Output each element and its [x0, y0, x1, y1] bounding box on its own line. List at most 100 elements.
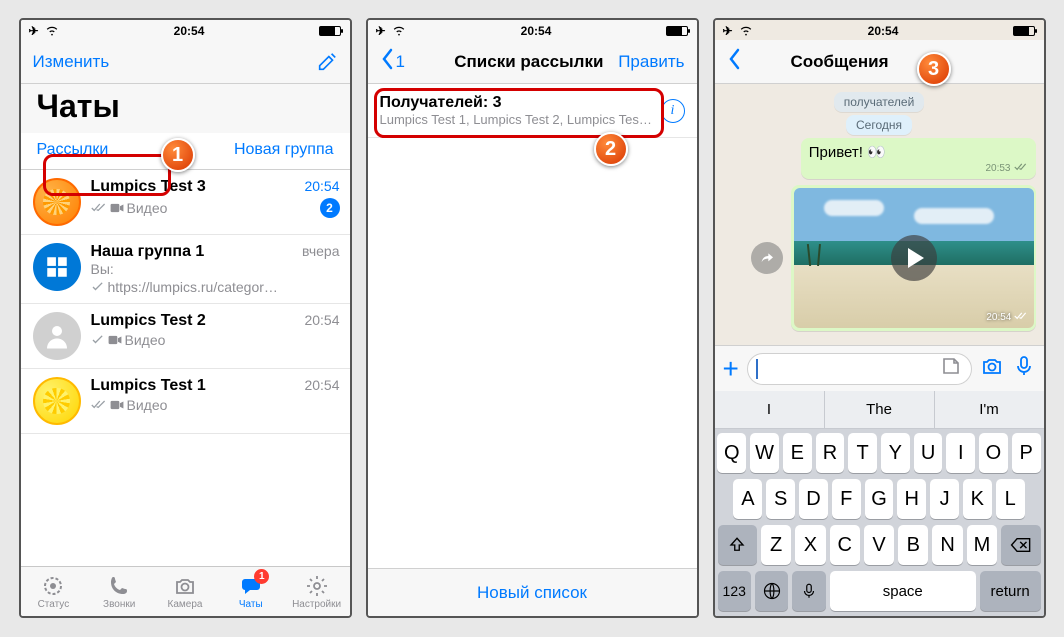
key-n[interactable]: N: [932, 525, 962, 565]
avatar: [33, 312, 81, 360]
wifi-icon: [45, 23, 59, 40]
message-time: 20:53: [985, 163, 1010, 174]
key-f[interactable]: F: [832, 479, 861, 519]
key-k[interactable]: K: [963, 479, 992, 519]
edit-right-button[interactable]: Править: [618, 52, 684, 72]
chat-name: Lumpics Test 3: [91, 178, 206, 196]
recipients-pill: получателей: [834, 92, 925, 112]
airplane-icon: ✈︎: [29, 24, 39, 38]
navbar: Изменить: [21, 40, 350, 84]
airplane-icon: ✈︎: [723, 24, 733, 38]
back-button[interactable]: 1: [380, 48, 440, 75]
sticker-icon[interactable]: [939, 354, 963, 383]
key-t[interactable]: T: [848, 433, 877, 473]
key-backspace[interactable]: [1001, 525, 1040, 565]
tab-chats[interactable]: 1 Чаты: [218, 567, 284, 616]
key-j[interactable]: J: [930, 479, 959, 519]
status-bar: ✈︎ 20:54: [715, 20, 1044, 40]
key-y[interactable]: Y: [881, 433, 910, 473]
key-s[interactable]: S: [766, 479, 795, 519]
video-thumbnail[interactable]: 20:54: [794, 188, 1034, 328]
tab-chats-label: Чаты: [239, 599, 263, 610]
navbar: Сообщения: [715, 40, 1044, 84]
predictive-bar: I The I'm: [715, 391, 1044, 429]
chat-row[interactable]: Lumpics Test 120:54Видео: [21, 369, 350, 434]
info-icon[interactable]: i: [661, 99, 685, 123]
broadcasts-link[interactable]: Рассылки: [37, 141, 109, 159]
new-group-link[interactable]: Новая группа: [234, 141, 334, 159]
key-space[interactable]: space: [830, 571, 976, 611]
back-button[interactable]: [727, 48, 787, 75]
tab-camera[interactable]: Камера: [152, 567, 218, 616]
key-l[interactable]: L: [996, 479, 1025, 519]
chat-snippet: https://lumpics.ru/categor…: [91, 279, 278, 295]
key-q[interactable]: Q: [717, 433, 746, 473]
mic-icon[interactable]: [1012, 354, 1036, 383]
chat-time: 20:54: [304, 312, 339, 328]
key-u[interactable]: U: [914, 433, 943, 473]
key-a[interactable]: A: [733, 479, 762, 519]
chat-background[interactable]: получателей Сегодня Привет! 👀 20:53 20:5…: [715, 84, 1044, 345]
chat-list[interactable]: Lumpics Test 3 20:54 Видео 2 Наша группа 1вч…: [21, 170, 350, 566]
key-v[interactable]: V: [864, 525, 894, 565]
nav-title[interactable]: Сообщения: [787, 52, 972, 72]
battery-icon: [666, 26, 688, 36]
key-w[interactable]: W: [750, 433, 779, 473]
key-r[interactable]: R: [816, 433, 845, 473]
chat-time: 20:54: [304, 178, 339, 194]
tab-settings-label: Настройки: [292, 599, 341, 610]
key-m[interactable]: M: [967, 525, 997, 565]
chat-time: вчера: [302, 243, 339, 259]
key-b[interactable]: B: [898, 525, 928, 565]
play-icon[interactable]: [891, 235, 937, 281]
predict-3[interactable]: I'm: [935, 391, 1044, 428]
key-123[interactable]: 123: [718, 571, 751, 611]
unread-badge: 2: [320, 198, 340, 218]
date-pill: Сегодня: [846, 115, 912, 135]
forward-button[interactable]: [751, 242, 783, 274]
key-return[interactable]: return: [980, 571, 1041, 611]
predict-1[interactable]: I: [715, 391, 825, 428]
tab-calls[interactable]: Звонки: [86, 567, 152, 616]
key-x[interactable]: X: [795, 525, 825, 565]
edit-button[interactable]: Изменить: [33, 52, 110, 72]
sub-actions: Рассылки Новая группа: [21, 133, 350, 170]
message-input[interactable]: [747, 353, 972, 385]
key-z[interactable]: Z: [761, 525, 791, 565]
new-list-button[interactable]: Новый список: [368, 568, 697, 616]
phone-conversation: ✈︎ 20:54 Сообщения получателей Сегодня П…: [713, 18, 1046, 618]
compose-button[interactable]: [278, 51, 338, 73]
key-o[interactable]: O: [979, 433, 1008, 473]
camera-icon[interactable]: [980, 354, 1004, 383]
key-d[interactable]: D: [799, 479, 828, 519]
avatar: [33, 243, 81, 291]
chat-snippet: Видео: [91, 397, 168, 413]
key-h[interactable]: H: [897, 479, 926, 519]
tab-settings[interactable]: Настройки: [284, 567, 350, 616]
chat-row[interactable]: Наша группа 1вчераВы:https://lumpics.ru/…: [21, 235, 350, 304]
key-globe[interactable]: [755, 571, 788, 611]
tab-status[interactable]: Статус: [21, 567, 87, 616]
avatar: [33, 178, 81, 226]
wifi-icon: [739, 23, 753, 40]
key-p[interactable]: P: [1012, 433, 1041, 473]
broadcast-list-item[interactable]: Получателей: 3 Lumpics Test 1, Lumpics T…: [368, 84, 697, 138]
key-mic[interactable]: [792, 571, 825, 611]
tab-camera-label: Камера: [168, 599, 203, 610]
chat-row[interactable]: Lumpics Test 220:54Видео: [21, 304, 350, 369]
message-bubble[interactable]: Привет! 👀 20:53: [801, 138, 1036, 179]
video-message-bubble[interactable]: 20:54: [791, 185, 1035, 331]
clock: 20:54: [174, 24, 205, 38]
key-e[interactable]: E: [783, 433, 812, 473]
key-c[interactable]: C: [830, 525, 860, 565]
chat-row[interactable]: Lumpics Test 320:54Видео2: [21, 170, 350, 235]
key-g[interactable]: G: [865, 479, 894, 519]
predict-2[interactable]: The: [825, 391, 935, 428]
clock: 20:54: [868, 24, 899, 38]
key-i[interactable]: I: [946, 433, 975, 473]
key-shift[interactable]: [718, 525, 757, 565]
double-tick-icon: [1014, 311, 1028, 324]
input-bar: +: [715, 345, 1044, 391]
attach-button[interactable]: +: [723, 353, 739, 385]
empty-area: [368, 138, 697, 568]
